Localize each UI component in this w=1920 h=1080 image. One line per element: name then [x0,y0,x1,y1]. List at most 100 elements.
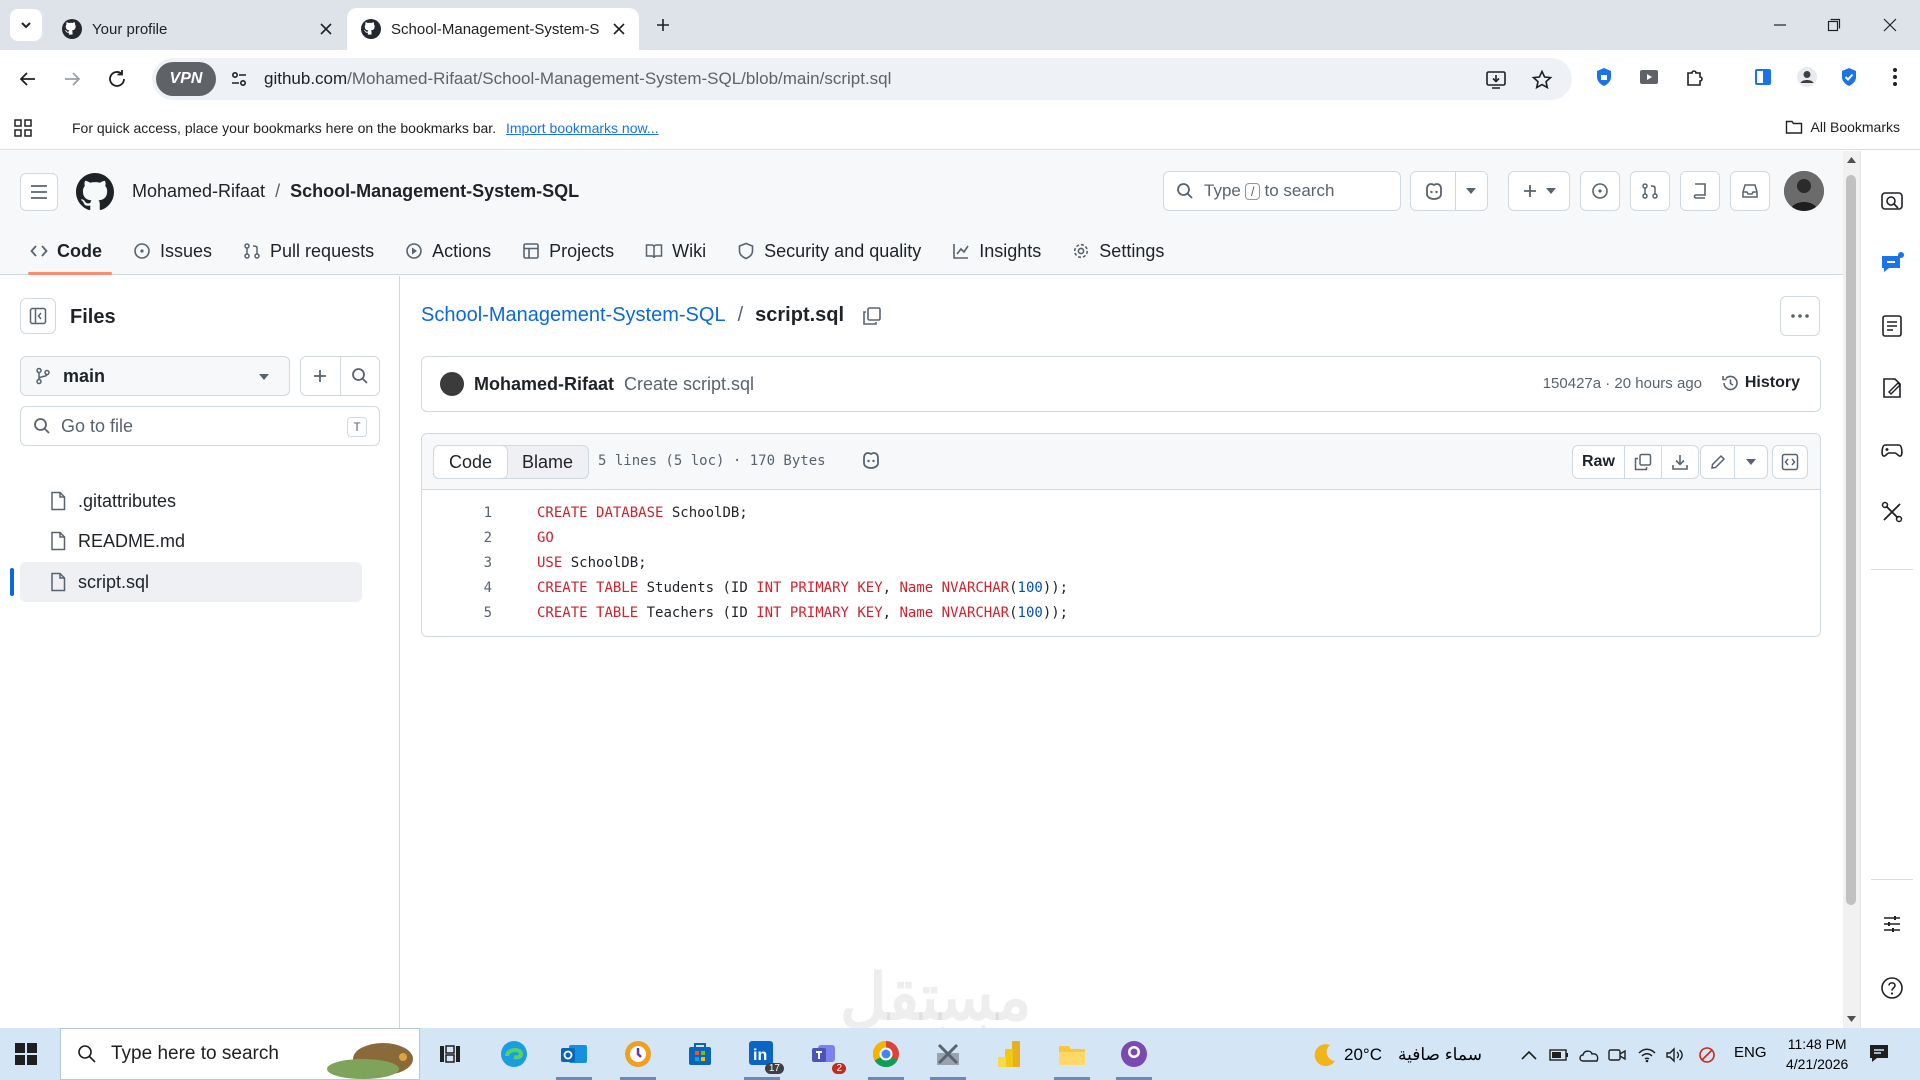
vpn-app-icon[interactable] [620,1036,656,1080]
copy-raw-button[interactable] [1623,446,1661,478]
commit-meta[interactable]: 150427a · 20 hours ago [1543,375,1702,392]
reading-list-icon[interactable] [1879,313,1905,339]
extensions-puzzle-icon[interactable] [1682,64,1708,90]
profile-icon[interactable] [1794,64,1820,90]
new-tab-button[interactable] [650,12,676,38]
tab-pull-requests[interactable]: Pull requests [233,231,384,271]
edit-file-button[interactable] [1701,446,1734,478]
windows-start-icon[interactable] [14,1042,38,1066]
breadcrumb-repo-link[interactable]: School-Management-System-SQL [421,304,726,327]
owner-link[interactable]: Mohamed-Rifaat [132,181,265,201]
issues-button[interactable] [1580,171,1620,211]
chat-icon[interactable] [1879,251,1905,277]
tab-issues[interactable]: Issues [123,231,222,271]
github-logo-icon[interactable] [76,173,114,211]
tab-security[interactable]: Security and quality [727,231,931,271]
search-files-button[interactable] [339,357,379,395]
symbols-panel-button[interactable] [1772,445,1808,479]
video-extension-icon[interactable] [1636,64,1662,90]
tab-wiki[interactable]: Wiki [635,231,716,271]
customize-sliders-icon[interactable] [1879,911,1905,937]
chevron-up-icon[interactable] [1518,1044,1540,1066]
password-manager-extension-icon[interactable] [1591,64,1617,90]
tab-settings[interactable]: Settings [1062,231,1174,271]
apps-grid-icon[interactable] [12,117,34,139]
go-to-file-input[interactable]: Go to file T [20,406,380,446]
collapse-sidebar-button[interactable] [20,298,56,334]
tab-projects[interactable]: Projects [512,231,624,271]
kebab-menu-icon[interactable] [1882,64,1908,90]
line-number[interactable]: 1 [422,505,492,521]
create-new-button[interactable] [1508,171,1570,211]
volume-icon[interactable] [1664,1044,1686,1066]
notification-center-icon[interactable] [1868,1042,1890,1064]
pull-requests-button[interactable] [1630,171,1670,211]
all-bookmarks-button[interactable]: All Bookmarks [1785,119,1900,135]
browser-tab-active[interactable]: School-Management-System-S [347,8,639,50]
task-view-icon[interactable] [432,1036,468,1072]
system-clock[interactable]: 11:48 PM 4/21/2026 [1786,1034,1848,1074]
line-number[interactable]: 2 [422,530,492,546]
vpn-badge[interactable]: VPN [156,62,216,96]
browser-tab-profile[interactable]: Your profile [48,8,346,50]
address-bar[interactable]: VPN github.com/Mohamed-Rifaat/School-Man… [152,58,1572,100]
install-app-icon[interactable] [1484,68,1508,92]
taskbar-search-input[interactable]: Type here to search [60,1028,420,1080]
menu-button[interactable] [20,173,58,211]
weather-widget[interactable]: 20°C سماء صافية [1312,1042,1482,1068]
wifi-icon[interactable] [1636,1044,1658,1066]
raw-button[interactable]: Raw [1573,446,1624,478]
file-explorer-icon[interactable] [1054,1036,1090,1080]
commit-message[interactable]: Create script.sql [624,374,754,395]
teams-icon[interactable]: 2 [806,1036,846,1074]
add-file-button[interactable] [301,357,340,395]
input-language[interactable]: ENG [1734,1044,1767,1061]
file-item[interactable]: .gitattributes [20,481,362,521]
restore-button[interactable] [1806,8,1862,42]
minimize-button[interactable] [1752,8,1808,42]
copilot-icon[interactable] [860,450,882,470]
commit-author[interactable]: Mohamed-Rifaat [474,374,614,395]
history-button[interactable]: History [1721,374,1800,392]
bookmark-star-icon[interactable] [1530,68,1554,92]
copy-path-icon[interactable] [862,306,882,326]
line-number[interactable]: 5 [422,605,492,621]
tab-actions[interactable]: Actions [395,231,501,271]
close-window-button[interactable] [1862,8,1918,42]
meet-now-icon[interactable] [1606,1044,1628,1066]
forward-button[interactable] [56,63,88,95]
tools-app-icon[interactable] [930,1036,966,1080]
search-panel-icon[interactable] [1879,189,1905,215]
file-item[interactable]: README.md [20,521,362,561]
tab-code[interactable]: Code [20,231,112,275]
commit-author-avatar[interactable] [440,372,464,396]
onedrive-icon[interactable] [1578,1044,1600,1066]
power-bi-icon[interactable] [992,1036,1028,1072]
repositories-button[interactable] [1680,171,1720,211]
back-button[interactable] [12,63,44,95]
import-bookmarks-link[interactable]: Import bookmarks now... [506,120,659,136]
reload-button[interactable] [101,63,133,95]
download-button[interactable] [1660,446,1698,478]
line-number[interactable]: 3 [422,555,492,571]
notes-icon[interactable] [1879,375,1905,401]
github-desktop-icon[interactable] [1116,1036,1152,1080]
microsoft-store-icon[interactable] [682,1036,718,1072]
site-settings-icon[interactable] [228,68,250,90]
tools-icon[interactable] [1879,499,1905,525]
blame-view-tab[interactable]: Blame [507,446,588,478]
close-icon[interactable] [609,19,629,39]
help-icon[interactable] [1879,975,1905,1001]
linkedin-icon[interactable]: in 17 [744,1036,784,1080]
inbox-button[interactable] [1730,171,1770,211]
line-number[interactable]: 4 [422,580,492,596]
search-input[interactable]: Type / to search [1163,171,1401,211]
tab-insights[interactable]: Insights [942,231,1051,271]
scrollbar-thumb[interactable] [1846,175,1856,905]
outlook-icon[interactable] [556,1036,592,1080]
chrome-icon[interactable] [868,1036,904,1080]
tab-search-button[interactable] [10,9,42,41]
security-tray-icon[interactable] [1696,1044,1718,1066]
shield-extension-icon[interactable] [1836,64,1862,90]
branch-selector[interactable]: main [20,356,290,396]
